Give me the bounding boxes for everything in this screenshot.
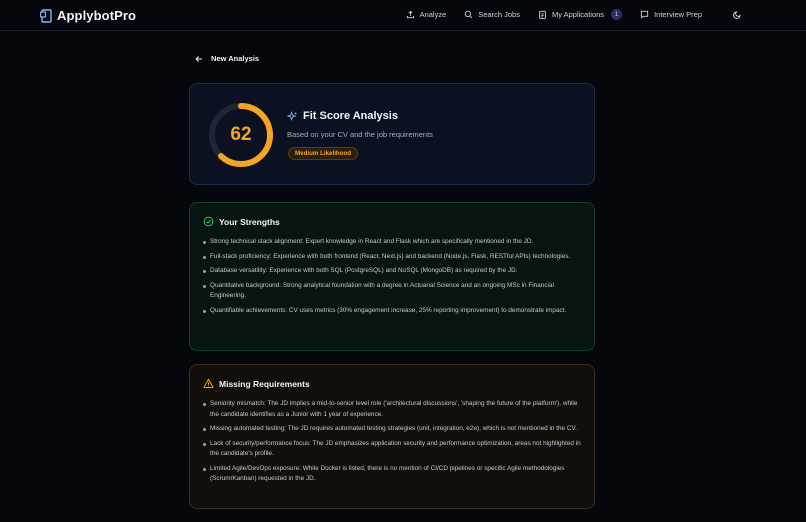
chat-icon bbox=[640, 10, 649, 19]
search-icon bbox=[464, 10, 473, 19]
strengths-heading: Your Strengths bbox=[203, 216, 280, 227]
nav-menu: Analyze Search Jobs My Applications 1 In… bbox=[406, 9, 742, 20]
warning-triangle-icon bbox=[203, 378, 214, 388]
fit-score-title: Fit Score Analysis bbox=[303, 110, 398, 122]
strengths-card: Your Strengths Strong technical stack al… bbox=[189, 202, 595, 351]
nav-analyze[interactable]: Analyze bbox=[406, 10, 447, 19]
clipboard-icon bbox=[539, 10, 546, 19]
nav-search-jobs[interactable]: Search Jobs bbox=[464, 10, 520, 19]
arrow-left-icon bbox=[195, 55, 202, 62]
strength-item: Full-stack proficiency: Experience with … bbox=[203, 252, 584, 263]
missing-item: Limited Agile/DevOps exposure: While Doc… bbox=[203, 464, 584, 485]
missing-item: Missing automated testing: The JD requir… bbox=[203, 424, 584, 435]
nav-interview-prep[interactable]: Interview Prep bbox=[640, 10, 702, 19]
back-label: New Analysis bbox=[211, 54, 260, 63]
strength-item: Quantifiable achievements: CV uses metri… bbox=[203, 306, 584, 317]
fit-score-heading: Fit Score Analysis bbox=[287, 110, 398, 122]
sparkles-icon bbox=[287, 110, 298, 121]
missing-item: Seniority mismatch: The JD implies a mid… bbox=[203, 399, 584, 420]
upload-icon bbox=[406, 10, 414, 19]
moon-icon[interactable] bbox=[733, 10, 742, 19]
missing-title: Missing Requirements bbox=[219, 378, 310, 389]
strengths-title: Your Strengths bbox=[219, 216, 280, 227]
top-nav: ApplybotPro Analyze Search Jobs My Appli… bbox=[0, 0, 806, 31]
fit-score-value: 62 bbox=[230, 124, 252, 145]
missing-list: Seniority mismatch: The JD implies a mid… bbox=[203, 399, 584, 489]
new-analysis-back-link[interactable]: New Analysis bbox=[195, 54, 259, 63]
missing-heading: Missing Requirements bbox=[203, 378, 310, 389]
nav-analyze-label: Analyze bbox=[419, 10, 447, 19]
nav-my-applications-label: My Applications bbox=[551, 10, 605, 19]
likelihood-badge: Medium Likelihood bbox=[288, 147, 359, 160]
check-circle-icon bbox=[203, 216, 214, 227]
nav-my-applications[interactable]: My Applications 1 bbox=[538, 9, 623, 20]
strength-item: Database versatility: Experience with bo… bbox=[203, 266, 584, 277]
applications-count-badge: 1 bbox=[611, 9, 623, 20]
strength-item: Strong technical stack alignment: Expert… bbox=[203, 237, 584, 248]
strength-item: Quantitative background: Strong analytic… bbox=[203, 281, 584, 302]
brand[interactable]: ApplybotPro bbox=[40, 8, 136, 23]
app-name: ApplybotPro bbox=[57, 8, 137, 23]
nav-interview-prep-label: Interview Prep bbox=[654, 10, 702, 19]
fit-score-subtitle: Based on your CV and the job requirement… bbox=[287, 130, 433, 139]
strengths-list: Strong technical stack alignment: Expert… bbox=[203, 237, 584, 320]
missing-requirements-card: Missing Requirements Seniority mismatch:… bbox=[189, 364, 595, 509]
document-logo-icon bbox=[40, 8, 52, 23]
fit-score-card: 62 Fit Score Analysis Based on your CV a… bbox=[189, 83, 595, 185]
missing-item: Lack of security/performance focus: The … bbox=[203, 439, 584, 460]
nav-search-jobs-label: Search Jobs bbox=[478, 10, 520, 19]
